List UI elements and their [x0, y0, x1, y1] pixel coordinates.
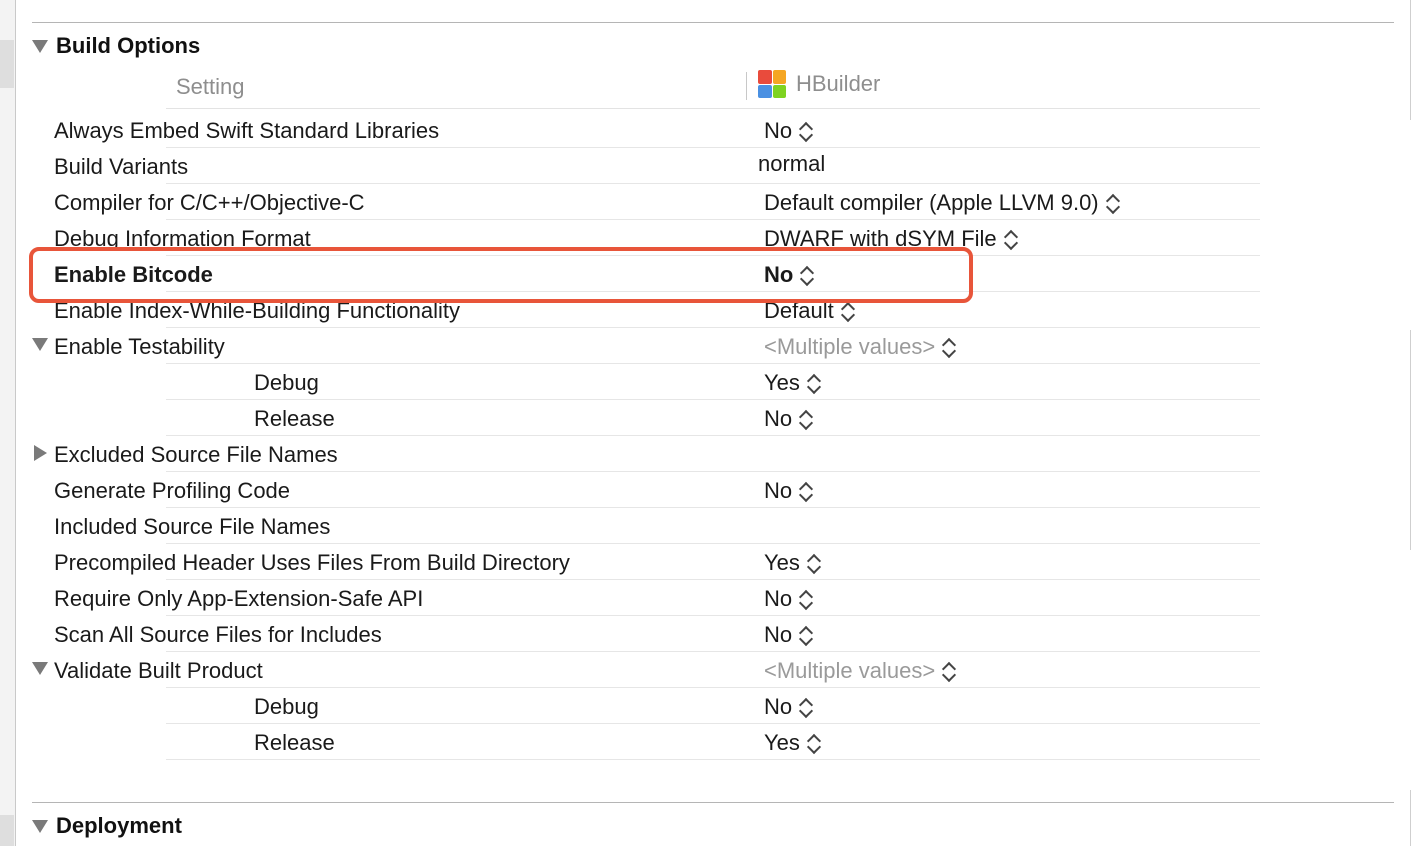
setting-value-popup[interactable]: Default — [764, 298, 854, 324]
disclosure-triangle-icon[interactable] — [32, 819, 48, 833]
setting-value-popup[interactable]: <Multiple values> — [764, 334, 955, 360]
section-title: Deployment — [56, 813, 182, 838]
setting-name: Generate Profiling Code — [54, 478, 291, 503]
setting-config-name: Debug — [254, 370, 319, 395]
column-header-target[interactable]: HBuilder — [758, 70, 880, 98]
setting-row[interactable]: Enable Index-While-Building Functionalit… — [0, 292, 1260, 328]
setting-row[interactable]: Precompiled Header Uses Files From Build… — [0, 544, 1260, 580]
setting-name: Excluded Source File Names — [54, 442, 338, 467]
popup-stepper-icon — [808, 373, 820, 393]
setting-subrow[interactable]: Release Yes — [0, 724, 1260, 760]
setting-value-popup[interactable]: Yes — [764, 730, 820, 756]
popup-stepper-icon — [808, 553, 820, 573]
setting-value-popup[interactable]: No — [764, 586, 812, 612]
left-panel-tab-bottom — [0, 815, 14, 846]
setting-row[interactable]: Validate Built Product <Multiple values> — [0, 652, 1260, 688]
setting-subrow[interactable]: Debug Yes — [0, 364, 1260, 400]
setting-row-enable-bitcode[interactable]: Enable Bitcode No — [0, 256, 1260, 292]
setting-row[interactable]: Require Only App-Extension-Safe API No — [0, 580, 1260, 616]
popup-stepper-icon — [800, 409, 812, 429]
popup-stepper-icon — [800, 589, 812, 609]
setting-subrow[interactable]: Release No — [0, 400, 1260, 436]
popup-stepper-icon — [800, 481, 812, 501]
setting-row[interactable]: Always Embed Swift Standard Libraries No — [0, 112, 1260, 148]
setting-name: Compiler for C/C++/Objective-C — [54, 190, 365, 215]
setting-name: Debug Information Format — [54, 226, 311, 251]
section-divider-bottom — [32, 802, 1394, 803]
disclosure-triangle-icon[interactable] — [32, 39, 48, 53]
setting-value-popup[interactable]: No — [764, 262, 813, 288]
setting-row[interactable]: Compiler for C/C++/Objective-C Default c… — [0, 184, 1260, 220]
setting-config-name: Release — [254, 406, 335, 431]
setting-name: Precompiled Header Uses Files From Build… — [54, 550, 570, 575]
column-header: Setting HBuilder — [166, 68, 1260, 109]
popup-stepper-icon — [1005, 229, 1017, 249]
setting-config-name: Release — [254, 730, 335, 755]
setting-value-popup[interactable]: No — [764, 478, 812, 504]
setting-row[interactable]: Included Source File Names — [0, 508, 1260, 544]
left-panel-tab — [0, 40, 14, 88]
app-target-icon — [758, 70, 786, 98]
setting-row[interactable]: Enable Testability <Multiple values> — [0, 328, 1260, 364]
column-header-setting[interactable]: Setting — [176, 74, 245, 100]
popup-stepper-icon — [800, 121, 812, 141]
setting-row[interactable]: Scan All Source Files for Includes No — [0, 616, 1260, 652]
setting-value-popup[interactable]: No — [764, 694, 812, 720]
setting-subrow[interactable]: Debug No — [0, 688, 1260, 724]
section-divider-top — [32, 22, 1394, 23]
section-title: Build Options — [56, 33, 201, 58]
disclosure-triangle-icon[interactable] — [32, 662, 48, 675]
setting-row[interactable]: Excluded Source File Names — [0, 436, 1260, 472]
popup-stepper-icon — [800, 697, 812, 717]
popup-stepper-icon — [1107, 193, 1119, 213]
setting-name: Scan All Source Files for Includes — [54, 622, 382, 647]
disclosure-triangle-icon[interactable] — [34, 445, 47, 461]
setting-value-popup[interactable]: <Multiple values> — [764, 658, 955, 684]
section-header-deployment[interactable]: Deployment — [32, 811, 182, 841]
setting-name: Always Embed Swift Standard Libraries — [54, 118, 440, 143]
setting-value-popup[interactable]: Yes — [764, 370, 820, 396]
setting-name: Enable Testability — [54, 334, 225, 359]
setting-config-name: Debug — [254, 694, 319, 719]
setting-row[interactable]: Build Variants normal — [0, 148, 1260, 184]
popup-stepper-icon — [943, 337, 955, 357]
setting-value-popup[interactable]: Default compiler (Apple LLVM 9.0) — [764, 190, 1119, 216]
right-panel-edge — [1410, 0, 1422, 846]
column-separator — [746, 72, 747, 100]
setting-value-popup[interactable]: No — [764, 406, 812, 432]
setting-value-popup[interactable]: No — [764, 622, 812, 648]
setting-name: Enable Index-While-Building Functionalit… — [54, 298, 460, 323]
setting-name: Require Only App-Extension-Safe API — [54, 586, 424, 611]
popup-stepper-icon — [801, 265, 813, 285]
setting-name: Build Variants — [54, 154, 189, 179]
setting-name: Enable Bitcode — [54, 262, 213, 287]
setting-name: Validate Built Product — [54, 658, 263, 683]
setting-row[interactable]: Generate Profiling Code No — [0, 472, 1260, 508]
target-name: HBuilder — [796, 71, 881, 96]
popup-stepper-icon — [842, 301, 854, 321]
popup-stepper-icon — [800, 625, 812, 645]
setting-value-popup[interactable]: Yes — [764, 550, 820, 576]
popup-stepper-icon — [943, 661, 955, 681]
setting-value-popup[interactable]: DWARF with dSYM File — [764, 226, 1017, 252]
section-header-build-options[interactable]: Build Options — [32, 31, 200, 61]
disclosure-triangle-icon[interactable] — [32, 338, 48, 351]
setting-row[interactable]: Debug Information Format DWARF with dSYM… — [0, 220, 1260, 256]
setting-value-popup[interactable]: No — [764, 118, 812, 144]
setting-name: Included Source File Names — [54, 514, 331, 539]
popup-stepper-icon — [808, 733, 820, 753]
setting-value-text[interactable]: normal — [758, 151, 825, 177]
